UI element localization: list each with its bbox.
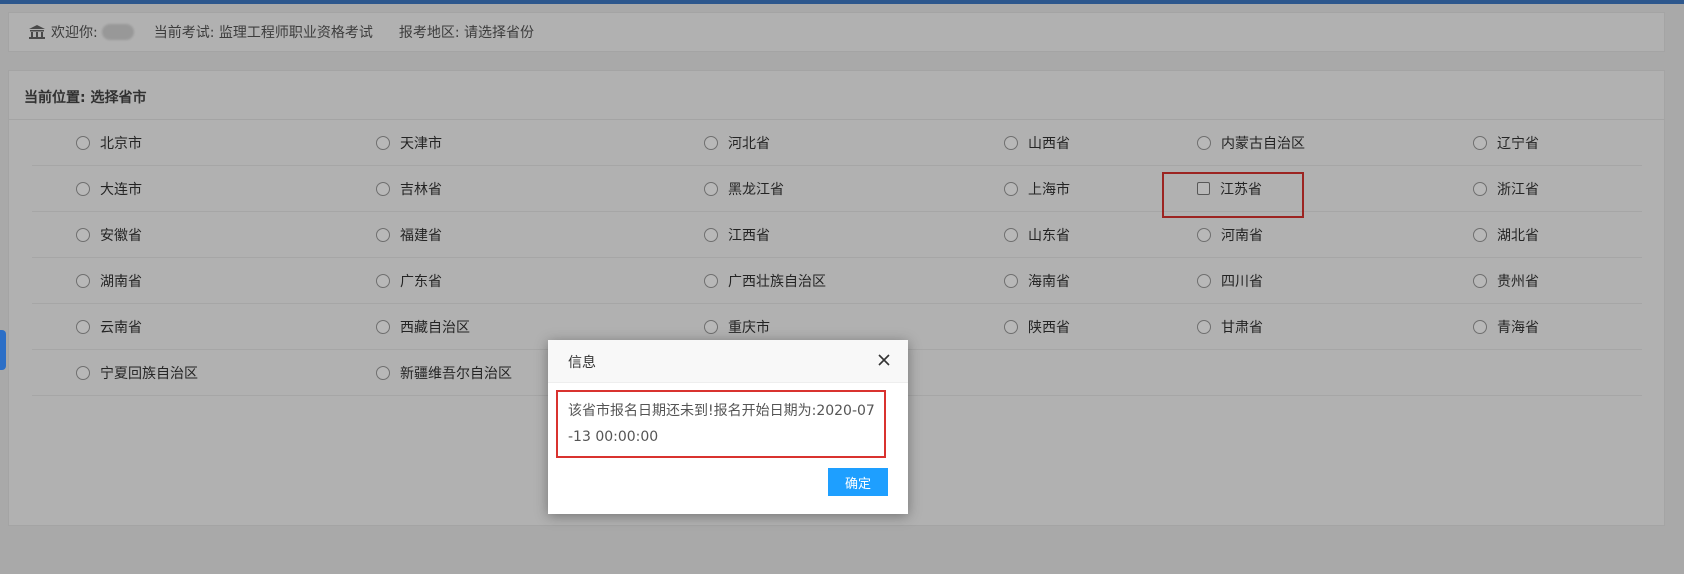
- info-dialog: 信息 该省市报名日期还未到!报名开始日期为:2020-07-13 00:00:0…: [548, 340, 908, 514]
- dialog-header: 信息: [548, 340, 908, 383]
- close-icon[interactable]: [874, 350, 894, 370]
- confirm-button[interactable]: 确定: [828, 468, 888, 496]
- side-tab-handle[interactable]: [0, 330, 6, 370]
- dialog-message: 该省市报名日期还未到!报名开始日期为:2020-07-13 00:00:00: [568, 403, 875, 445]
- dialog-title: 信息: [568, 355, 596, 371]
